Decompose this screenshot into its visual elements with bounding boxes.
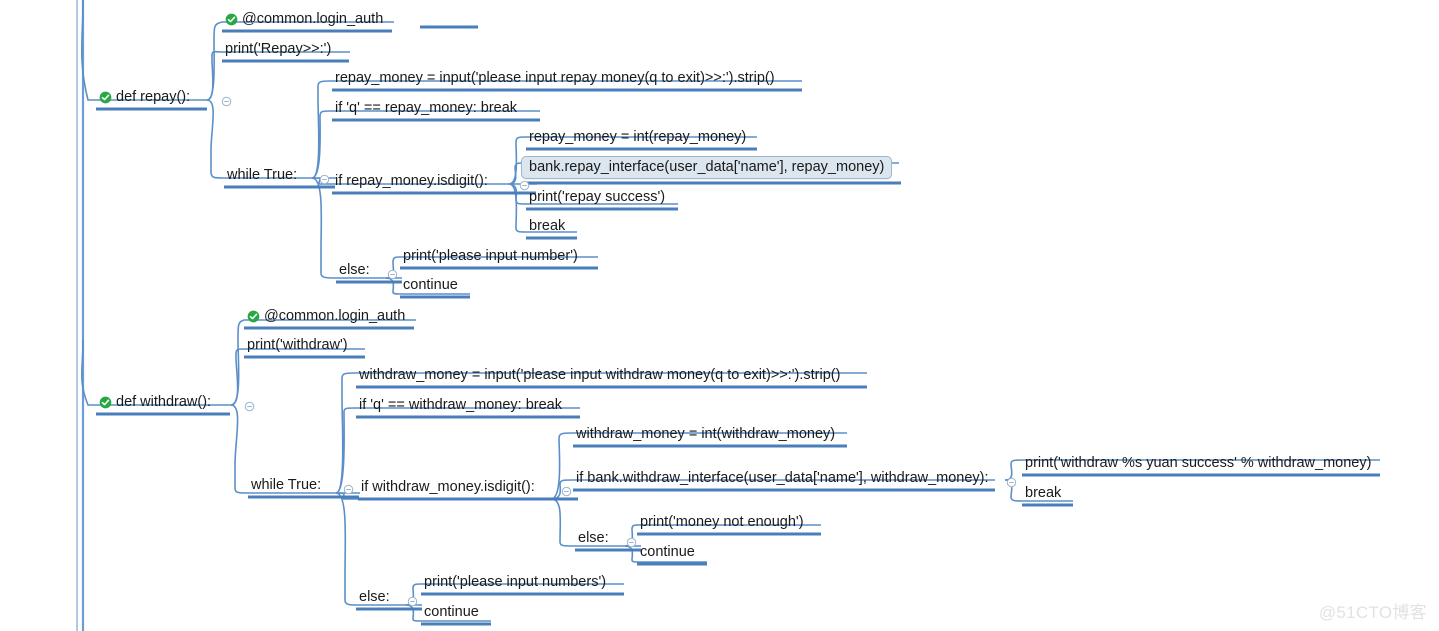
mindmap-node-label: else: <box>339 262 370 278</box>
mindmap-node[interactable]: else: <box>356 588 394 607</box>
mindmap-node[interactable]: continue <box>637 543 699 562</box>
collapse-minus-icon[interactable] <box>221 94 232 107</box>
mindmap-node-label: print('please input number') <box>403 248 578 264</box>
mindmap-node[interactable]: withdraw_money = input('please input wit… <box>356 366 844 385</box>
collapse-minus-icon[interactable] <box>244 399 255 412</box>
mindmap-node[interactable]: break <box>1022 484 1065 503</box>
mindmap-node[interactable]: else: <box>575 529 613 548</box>
mindmap-node[interactable]: if 'q' == withdraw_money: break <box>356 396 566 415</box>
collapse-minus-icon[interactable] <box>626 535 637 548</box>
mindmap-node-label: if repay_money.isdigit(): <box>335 173 488 189</box>
mindmap-node-label: break <box>1025 485 1062 501</box>
mindmap-node[interactable]: if 'q' == repay_money: break <box>332 99 521 118</box>
mindmap-node[interactable]: print('Repay>>:') <box>222 40 335 59</box>
mindmap-node-label: continue <box>640 544 695 560</box>
mindmap-node-label: @common.login_auth <box>264 308 406 324</box>
mindmap-node[interactable]: if repay_money.isdigit(): <box>332 172 492 191</box>
mindmap-node[interactable]: print('please input number') <box>400 247 582 266</box>
mindmap-node-label: continue <box>424 604 479 620</box>
mindmap-node-label: if bank.withdraw_interface(user_data['na… <box>576 470 989 486</box>
mindmap-node[interactable]: repay_money = input('please input repay … <box>332 69 779 88</box>
mindmap-node[interactable]: def repay(): <box>96 88 194 107</box>
mindmap-node-label: else: <box>578 530 609 546</box>
check-circle-icon <box>225 13 238 26</box>
mindmap-node-label: while True: <box>227 167 298 183</box>
mindmap-node[interactable]: if withdraw_money.isdigit(): <box>358 478 539 497</box>
mindmap-node[interactable]: while True: <box>224 166 301 185</box>
mindmap-node-label: print('please input numbers') <box>424 574 607 590</box>
mindmap-node-label: continue <box>403 277 458 293</box>
mindmap-node[interactable]: if bank.withdraw_interface(user_data['na… <box>573 469 993 488</box>
mindmap-node-label: while True: <box>251 477 322 493</box>
mindmap-node[interactable]: bank.repay_interface(user_data['name'], … <box>521 156 893 179</box>
mindmap-node[interactable]: print('please input numbers') <box>421 573 610 592</box>
mindmap-node-label: @common.login_auth <box>242 11 384 27</box>
mindmap-node[interactable]: print('repay success') <box>526 188 669 207</box>
mindmap-node[interactable]: print('money not enough') <box>637 513 808 532</box>
mindmap-node-label: repay_money = int(repay_money) <box>529 129 747 145</box>
mindmap-node-label: print('money not enough') <box>640 514 804 530</box>
mindmap-node[interactable]: continue <box>421 603 483 622</box>
mindmap-node-label: def repay(): <box>116 89 191 105</box>
mindmap-node[interactable]: @common.login_auth <box>222 10 387 29</box>
mindmap-node[interactable]: repay_money = int(repay_money) <box>526 128 750 147</box>
mindmap-node[interactable]: break <box>526 217 569 236</box>
mindmap-node-label: print('withdraw %s yuan success' % withd… <box>1025 455 1372 471</box>
mindmap-node-label: else: <box>359 589 390 605</box>
check-circle-icon <box>99 396 112 409</box>
collapse-minus-icon[interactable] <box>387 267 398 280</box>
mindmap-node-label: if 'q' == repay_money: break <box>335 100 518 116</box>
mindmap-node-label: def withdraw(): <box>116 394 212 410</box>
mindmap-node-label: if withdraw_money.isdigit(): <box>361 479 535 495</box>
mindmap-canvas[interactable]: @common.login_auth print('Repay>>:') def r… <box>0 0 1439 631</box>
check-circle-icon <box>247 310 260 323</box>
mindmap-node-label: bank.repay_interface(user_data['name'], … <box>529 159 885 175</box>
check-circle-icon <box>99 91 112 104</box>
mindmap-edges <box>76 0 1380 631</box>
mindmap-node-label: print('Repay>>:') <box>225 41 332 57</box>
mindmap-node[interactable]: continue <box>400 276 462 295</box>
mindmap-node[interactable]: def withdraw(): <box>96 393 215 412</box>
mindmap-node-label: withdraw_money = int(withdraw_money) <box>576 426 836 442</box>
collapse-minus-icon[interactable] <box>319 172 330 185</box>
mindmap-node[interactable]: withdraw_money = int(withdraw_money) <box>573 425 839 444</box>
watermark: @51CTO博客 <box>1318 603 1427 622</box>
collapse-minus-icon[interactable] <box>561 484 572 497</box>
mindmap-node-label: print('repay success') <box>529 189 666 205</box>
mindmap-node-label: withdraw_money = input('please input wit… <box>359 367 841 383</box>
mindmap-node[interactable]: print('withdraw') <box>244 336 352 355</box>
collapse-minus-icon[interactable] <box>1006 475 1017 488</box>
collapse-minus-icon[interactable] <box>343 482 354 495</box>
mindmap-node-label: print('withdraw') <box>247 337 348 353</box>
mindmap-node[interactable]: print('withdraw %s yuan success' % withd… <box>1022 454 1375 473</box>
collapse-minus-icon[interactable] <box>407 594 418 607</box>
mindmap-node[interactable]: @common.login_auth <box>244 307 409 326</box>
mindmap-node-label: repay_money = input('please input repay … <box>335 70 775 86</box>
mindmap-node[interactable]: else: <box>336 261 374 280</box>
mindmap-node[interactable]: while True: <box>248 476 325 495</box>
mindmap-node-label: if 'q' == withdraw_money: break <box>359 397 562 413</box>
mindmap-node-label: break <box>529 218 566 234</box>
